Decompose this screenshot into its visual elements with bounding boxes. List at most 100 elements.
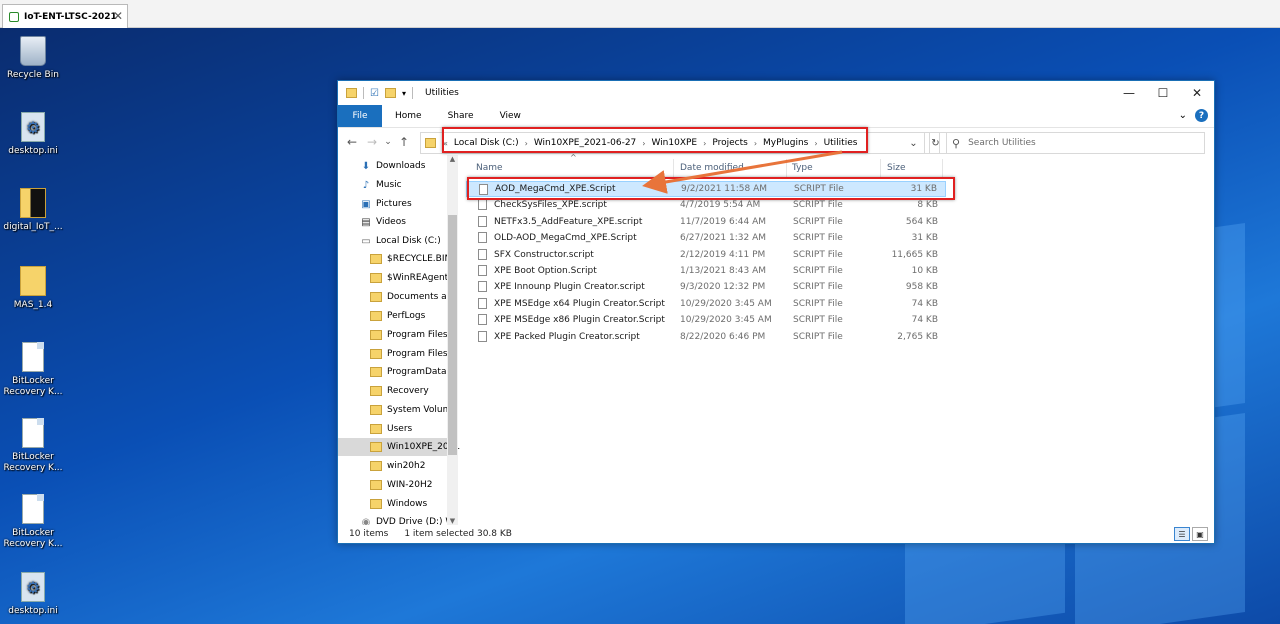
close-button[interactable]: ✕ [1180,81,1214,105]
tree-item-local-disk[interactable]: ▭ Local Disk (C:) [360,232,440,250]
expand-ribbon-icon[interactable]: ⌄ [1179,110,1187,121]
search-input[interactable]: ⚲ Search Utilities [939,132,1205,154]
tree-item-recovery[interactable]: Recovery [370,382,429,400]
large-icons-view-icon[interactable]: ▣ [1192,527,1208,541]
file-name: XPE Innounp Plugin Creator.script [494,282,645,293]
file-type: SCRIPT File [793,233,843,244]
tree-item-dvd-drive[interactable]: ◉ DVD Drive (D:) W [360,513,455,526]
new-folder-icon[interactable] [384,88,396,98]
tab-home[interactable]: Home [382,105,435,127]
navigation-scrollbar[interactable]: ▲ ▼ [447,155,458,525]
maximize-button[interactable]: ☐ [1146,81,1180,105]
music-icon: ♪ [362,179,370,191]
column-date-modified[interactable]: Date modified [680,159,744,177]
file-name: CheckSysFiles_XPE.script [494,200,607,211]
column-type[interactable]: Type [792,159,813,177]
tree-label: WIN-20H2 [387,480,433,490]
folder-icon [346,88,357,98]
tree-item-win10xpe[interactable]: Win10XPE_2021 [338,438,460,456]
tab-file[interactable]: File [338,105,382,127]
script-file-icon [478,215,487,227]
properties-icon[interactable]: ☑ [370,88,379,99]
file-size: 74 KB [911,315,938,326]
tree-item-system-volume[interactable]: System Volume [370,401,457,419]
file-row[interactable]: XPE MSEdge x64 Plugin Creator.Script 10/2… [466,296,946,312]
file-row[interactable]: SFX Constructor.script 2/12/2019 4:11 PM S… [466,247,946,263]
dvd-icon: ◉ [361,516,371,526]
file-list: Name ^ Date modified Type Size AOD_MegaC… [466,153,1214,525]
up-button[interactable]: ↑ [394,135,414,149]
file-row[interactable]: OLD-AOD_MegaCmd_XPE.Script 6/27/2021 1:32… [466,230,946,246]
tree-label: PerfLogs [387,311,426,321]
tree-item-downloads[interactable]: ⬇ Downloads [360,157,426,175]
pictures-icon: ▣ [361,198,371,210]
tree-label: Videos [376,217,406,227]
tree-item-documents[interactable]: Documents an [370,288,452,306]
tree-item-program-files[interactable]: Program Files [370,326,448,344]
file-row[interactable]: XPE Innounp Plugin Creator.script 9/3/202… [466,279,946,295]
forward-button[interactable]: → [362,135,382,149]
tree-item-win20h2[interactable]: win20h2 [370,457,425,475]
tab-view[interactable]: View [487,105,534,127]
tree-item-windows[interactable]: Windows [370,495,427,513]
folder-icon [370,273,382,283]
tree-item-programdata[interactable]: ProgramData [370,363,446,381]
tree-label: Program Files [387,330,448,340]
host-tab-title: IoT-ENT-LTSC-2021 [24,11,117,22]
back-button[interactable]: ← [342,135,362,149]
file-name: XPE Boot Option.Script [494,266,597,276]
tree-item-pictures[interactable]: ▣ Pictures [360,195,411,213]
file-row[interactable]: XPE MSEdge x86 Plugin Creator.Script 10/2… [466,312,946,328]
folder-icon [370,292,382,302]
desktop-icon-mas[interactable]: MAS_1.4 [0,266,66,311]
scroll-up-icon[interactable]: ▲ [447,155,458,163]
file-row[interactable]: XPE Boot Option.Script 1/13/2021 8:43 AM S… [466,263,946,279]
scroll-down-icon[interactable]: ▼ [447,517,458,525]
tree-item-music[interactable]: ♪ Music [360,176,402,194]
tree-item-program-files-x86[interactable]: Program Files ( [370,345,454,363]
title-bar[interactable]: ☑ ▾ Utilities — ☐ ✕ [338,81,1214,105]
tree-label: Downloads [376,161,426,171]
scroll-thumb[interactable] [448,215,457,455]
file-size: 10 KB [911,266,938,276]
host-tab-close-icon[interactable]: ✕ [113,9,123,23]
file-type: SCRIPT File [793,331,843,342]
folder-icon [370,405,382,415]
recent-locations-button[interactable]: ⌄ [382,137,394,147]
tree-label: Users [387,424,413,434]
tree-item-recycle-bin[interactable]: $RECYCLE.BIN [370,250,451,268]
tree-item-videos[interactable]: ▤ Videos [360,213,406,231]
script-file-icon [478,281,487,293]
tree-item-perflogs[interactable]: PerfLogs [370,307,425,325]
tree-item-winreagent[interactable]: $WinREAgent [370,269,448,287]
desktop-icon-bitlocker-3[interactable]: BitLocker Recovery K... [0,494,66,550]
desktop-icon-bitlocker-2[interactable]: BitLocker Recovery K... [0,418,66,474]
address-dropdown-button[interactable]: ⌄ [903,132,925,154]
file-type: SCRIPT File [793,315,843,326]
tree-item-users[interactable]: Users [370,420,412,438]
column-name[interactable]: Name [476,159,503,177]
details-view-icon[interactable]: ☰ [1174,527,1190,541]
customize-toolbar-icon[interactable]: ▾ [402,89,406,98]
file-date: 11/7/2019 6:44 AM [680,216,767,227]
file-row[interactable]: XPE Packed Plugin Creator.script 8/22/202… [466,329,946,345]
file-row[interactable]: NETFx3.5_AddFeature_XPE.script 11/7/2019 … [466,214,946,230]
tab-share[interactable]: Share [435,105,487,127]
desktop-icon-desktop-ini-2[interactable]: ⚙ desktop.ini [0,572,66,617]
desktop-icon-digital-iot[interactable]: digital_IoT_... [0,188,66,233]
folder-icon [20,188,46,218]
tree-label: win20h2 [387,461,426,471]
help-icon[interactable]: ? [1195,109,1208,122]
desktop-icon-label: BitLocker Recovery K... [3,452,63,473]
desktop-icon-label: digital_IoT_... [3,222,63,232]
column-size[interactable]: Size [887,159,905,177]
minimize-button[interactable]: — [1112,81,1146,105]
desktop-icon-desktop-ini[interactable]: ⚙ desktop.ini [0,112,66,157]
host-tab[interactable]: IoT-ENT-LTSC-2021 ✕ [2,4,128,28]
folder-icon [370,424,382,434]
tree-item-win-20h2[interactable]: WIN-20H2 [370,476,432,494]
file-type: SCRIPT File [793,266,843,276]
desktop-icon-recycle-bin[interactable]: Recycle Bin [0,36,66,81]
desktop-icon-label: desktop.ini [8,606,58,616]
desktop-icon-bitlocker-1[interactable]: BitLocker Recovery K... [0,342,66,398]
